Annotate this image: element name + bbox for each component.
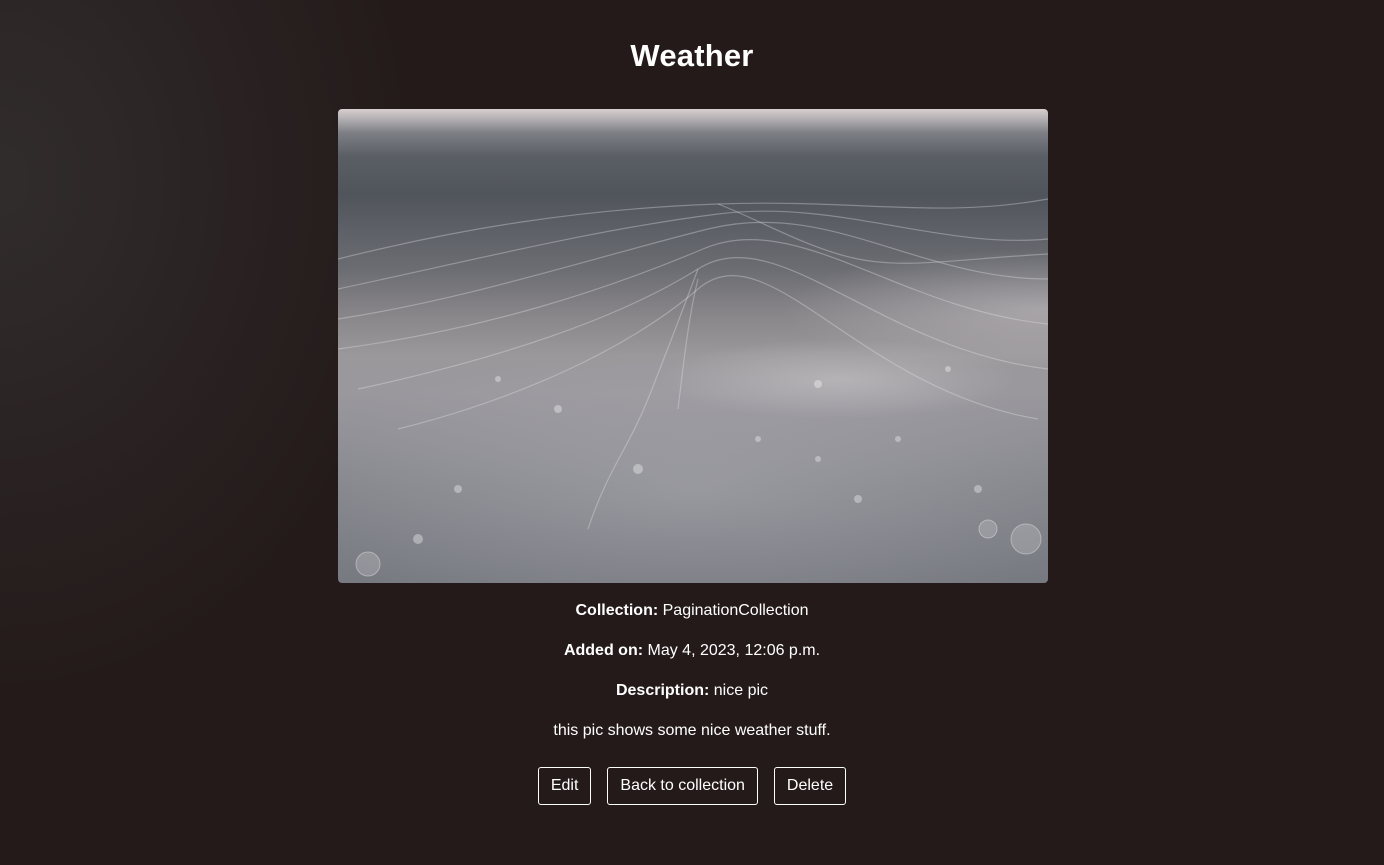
photo-image (338, 109, 1048, 583)
added-on-label: Added on: (563, 642, 644, 659)
page-title: Weather (630, 38, 754, 73)
description-value: nice pic (713, 682, 769, 699)
collection-label: Collection: (575, 602, 659, 619)
photo-detail-page: Weather Collection: PaginationCollection… (0, 0, 1384, 865)
description-row: Description: nice pic (0, 682, 1384, 700)
added-on-row: Added on: May 4, 2023, 12:06 p.m. (0, 642, 1384, 660)
description-label: Description: (615, 682, 710, 699)
back-to-collection-button[interactable]: Back to collection (607, 767, 758, 805)
collection-value: PaginationCollection (662, 602, 809, 619)
added-on-value: May 4, 2023, 12:06 p.m. (647, 642, 821, 659)
photo-body-text: this pic shows some nice weather stuff. (553, 722, 831, 739)
frost-texture (338, 198, 1048, 577)
edit-button[interactable]: Edit (537, 767, 592, 805)
action-buttons: Edit Back to collection Delete (0, 767, 1384, 805)
collection-row: Collection: PaginationCollection (0, 602, 1384, 620)
delete-button[interactable]: Delete (773, 767, 847, 805)
